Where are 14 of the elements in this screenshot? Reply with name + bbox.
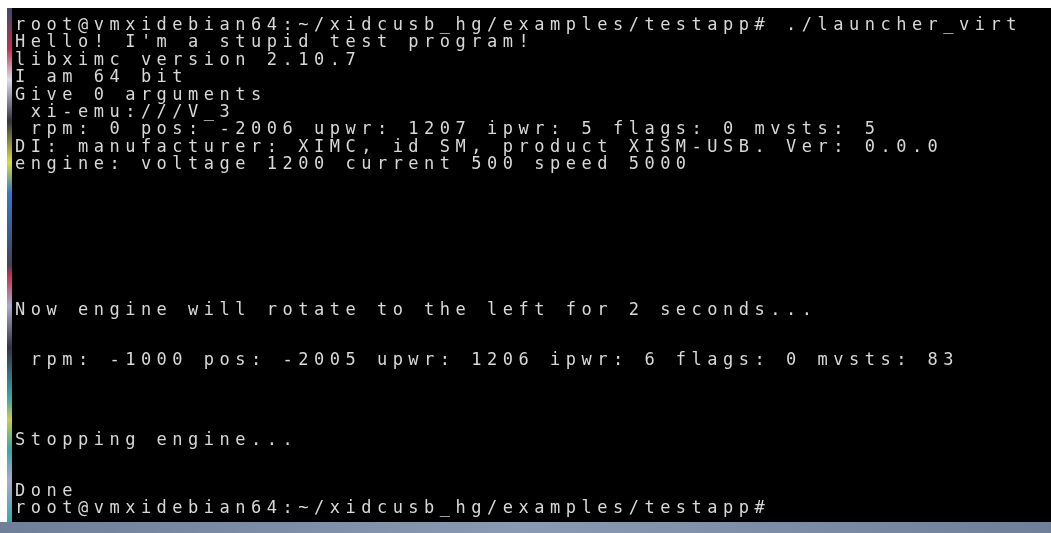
- terminal-line: I am 64 bit: [15, 68, 190, 86]
- terminal-line: libximc version 2.10.7: [15, 50, 363, 69]
- terminal-line: Stopping engine...: [15, 431, 300, 449]
- terminal-line: root@vmxidebian64:~/xidcusb_hg/examples/testapp#: [15, 499, 772, 517]
- terminal-line: Now engine will rotate to the left for 2 seconds...: [15, 300, 819, 319]
- terminal-line: Hello! I'm a stupid test program!: [15, 33, 535, 51]
- terminal-line: engine: voltage 1200 current 500 speed 5000: [15, 155, 693, 173]
- terminal-line: xi-emu:///V_3: [29, 103, 236, 121]
- terminal-line: Give 0 arguments: [15, 85, 268, 104]
- terminal-line: Done: [15, 481, 78, 500]
- terminal-line: root@vmxidebian64:~/xidcusb_hg/examples/testapp# ./launcher_virt: [15, 16, 1024, 34]
- terminal-line: DI: manufacturer: XIMC, id SM, product XISM-USB. Ver: 0.0.0: [15, 137, 945, 156]
- terminal-line: rpm: -1000 pos: -2005 upwr: 1206 ipwr: 6 flags: 0 mvsts: 83: [29, 351, 961, 369]
- terminal-line: rpm: 0 pos: -2006 upwr: 1207 ipwr: 5 flags: 0 mvsts: 5: [30, 120, 881, 138]
